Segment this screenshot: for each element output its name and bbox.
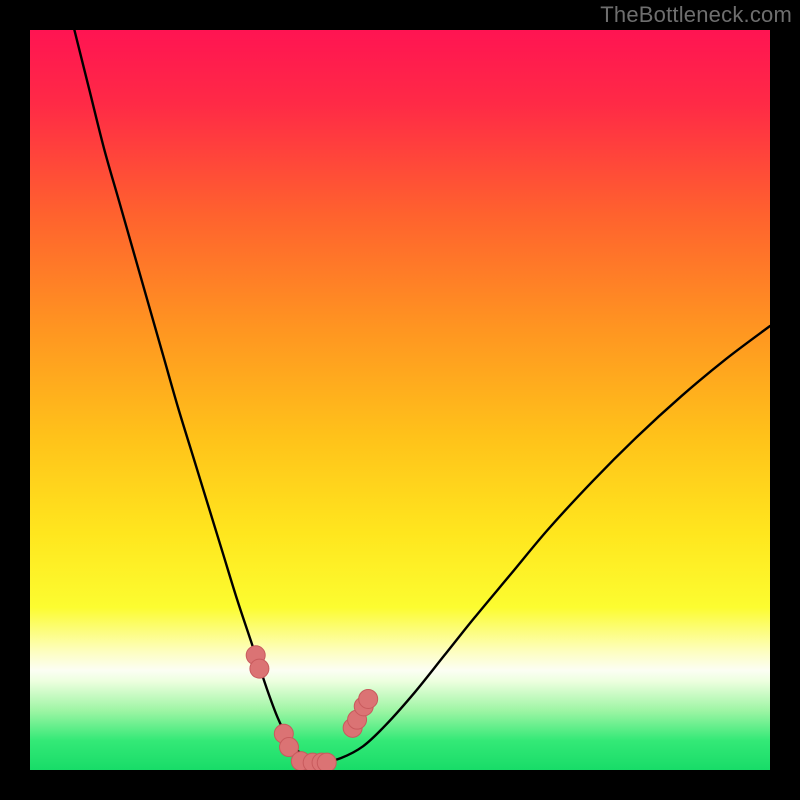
gradient-background (30, 30, 770, 770)
bottleneck-chart (30, 30, 770, 770)
watermark-text: TheBottleneck.com (600, 2, 792, 28)
marker-point (359, 689, 378, 708)
marker-point (250, 659, 269, 678)
chart-frame: TheBottleneck.com (0, 0, 800, 800)
plot-area (30, 30, 770, 770)
marker-point (317, 753, 336, 770)
